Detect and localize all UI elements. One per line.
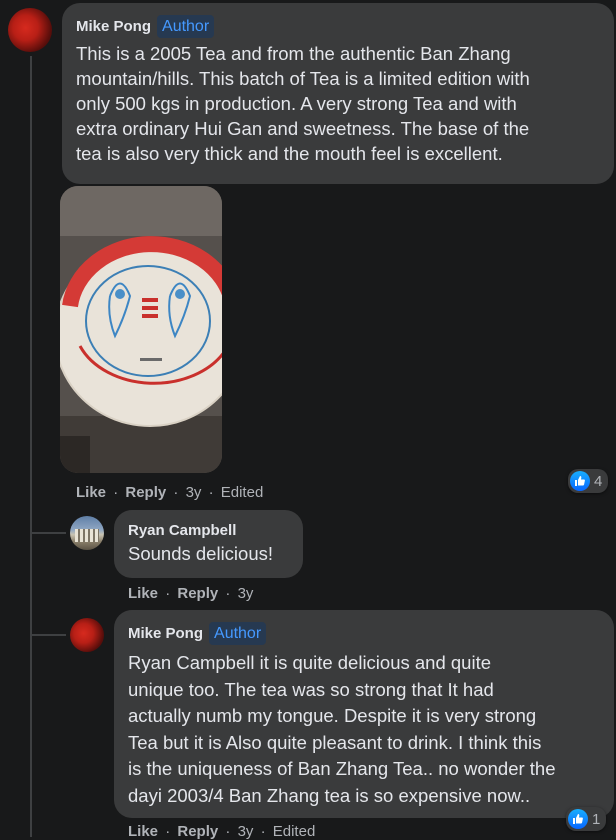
comment-bubble: Mike Pong Author This is a 2005 Tea and … — [62, 3, 614, 184]
edited-label[interactable]: Edited — [221, 484, 264, 501]
thread-connector — [30, 532, 66, 534]
author-badge: Author — [157, 15, 215, 38]
like-icon — [568, 809, 588, 829]
comment-text: This is a 2005 Tea and from the authenti… — [76, 43, 530, 164]
comment-photo[interactable] — [60, 186, 222, 473]
reaction-count[interactable]: 1 — [566, 807, 607, 831]
comment-actions: Like · Reply · 3y — [128, 585, 254, 602]
comment-actions: Like · Reply · 3y · Edited — [128, 823, 316, 840]
timestamp[interactable]: 3y — [238, 585, 254, 602]
comment-author[interactable]: Mike Pong — [128, 625, 203, 642]
reaction-count[interactable]: 4 — [568, 469, 609, 493]
avatar[interactable] — [70, 516, 104, 550]
avatar[interactable] — [8, 8, 52, 52]
comment-author[interactable]: Mike Pong — [76, 18, 151, 35]
thread-line — [30, 56, 32, 837]
edited-label[interactable]: Edited — [273, 823, 316, 840]
comment-actions: Like · Reply · 3y · Edited — [76, 484, 264, 501]
like-icon — [570, 471, 590, 491]
thread-connector — [30, 634, 66, 636]
reply-button[interactable]: Reply — [177, 585, 218, 602]
reply-button[interactable]: Reply — [125, 484, 166, 501]
author-badge: Author — [209, 622, 267, 645]
reply-button[interactable]: Reply — [177, 823, 218, 840]
like-button[interactable]: Like — [128, 585, 158, 602]
like-button[interactable]: Like — [128, 823, 158, 840]
comment-author[interactable]: Ryan Campbell — [128, 522, 236, 539]
comment-text: Sounds delicious! — [128, 543, 274, 564]
timestamp[interactable]: 3y — [238, 823, 254, 840]
comment-bubble: Mike Pong Author Ryan Campbell it is qui… — [114, 610, 614, 818]
tea-cake-image — [60, 186, 222, 473]
avatar[interactable] — [70, 618, 104, 652]
comment-text: Ryan Campbell it is quite delicious and … — [128, 652, 556, 806]
like-button[interactable]: Like — [76, 484, 106, 501]
timestamp[interactable]: 3y — [186, 484, 202, 501]
comment-bubble: Ryan Campbell Sounds delicious! — [114, 510, 303, 578]
